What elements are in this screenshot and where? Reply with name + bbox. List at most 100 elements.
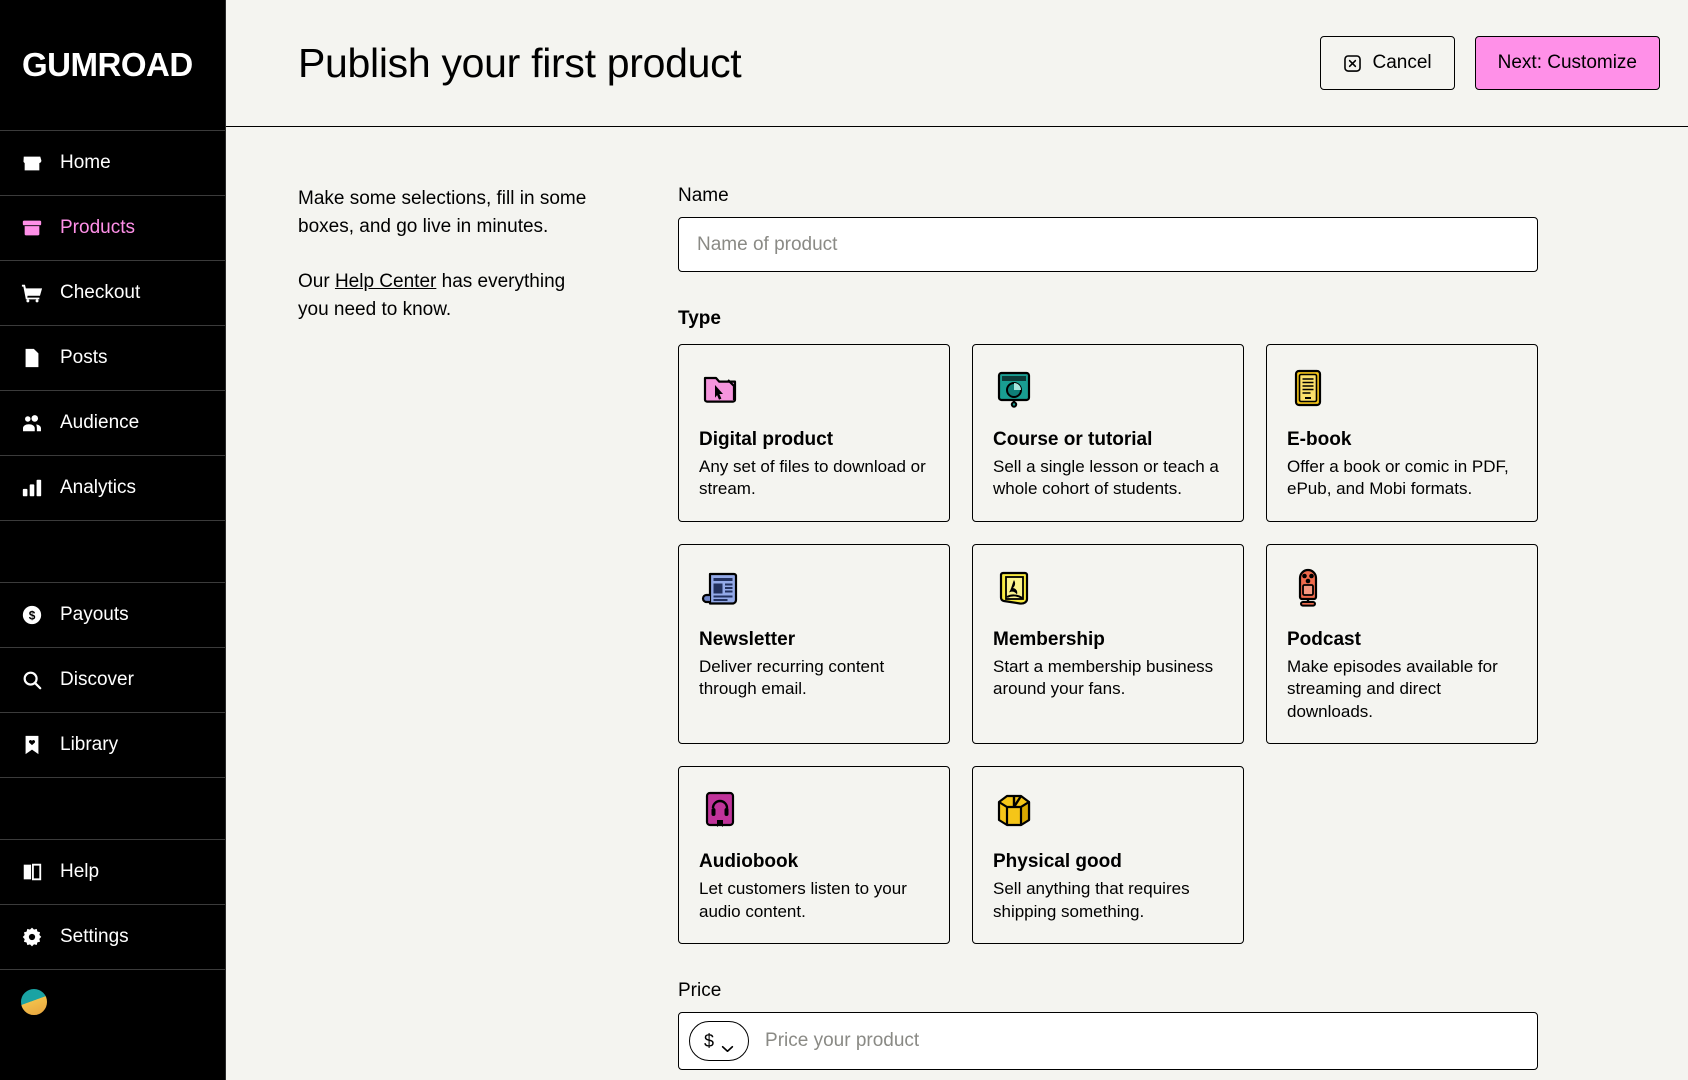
bookmark-heart-icon: [20, 733, 44, 757]
product-name-input[interactable]: [678, 217, 1538, 272]
type-card-desc: Any set of files to download or stream.: [699, 457, 926, 499]
name-field-group: Name: [678, 185, 1538, 272]
name-label: Name: [678, 185, 729, 206]
sidebar-item-discover[interactable]: Discover: [0, 647, 225, 712]
type-card-desc: Sell a single lesson or teach a whole co…: [993, 457, 1219, 499]
sidebar-item-home[interactable]: Home: [0, 130, 225, 195]
main-area: Publish your first product Cancel Next: …: [226, 0, 1688, 1080]
folder-cursor-icon: [699, 367, 741, 409]
sidebar-item-label: Checkout: [60, 282, 141, 303]
type-card-newsletter[interactable]: Newsletter Deliver recurring content thr…: [678, 543, 950, 745]
intro-blurb: Make some selections, fill in some boxes…: [298, 185, 598, 1080]
presentation-chart-icon: [993, 367, 1035, 409]
type-card-course-or-tutorial[interactable]: Course or tutorial Sell a single lesson …: [972, 344, 1244, 522]
audiobook-icon: [699, 789, 741, 831]
membership-icon: [993, 567, 1035, 609]
sidebar-item-audience[interactable]: Audience: [0, 390, 225, 455]
sidebar-item-library[interactable]: Library: [0, 712, 225, 777]
ebook-icon: [1287, 367, 1329, 409]
sidebar-item-posts[interactable]: Posts: [0, 325, 225, 390]
sidebar-item-label: Products: [60, 217, 135, 238]
close-box-icon: [1343, 54, 1362, 73]
sidebar-item-label: Library: [60, 734, 119, 755]
sidebar-item-label: Payouts: [60, 604, 129, 625]
type-card-physical-good[interactable]: Physical good Sell anything that require…: [972, 766, 1244, 945]
header-actions: Cancel Next: Customize: [1320, 36, 1660, 90]
price-label: Price: [678, 980, 722, 1002]
product-form: Name Type Digital product Any set of fil…: [678, 185, 1538, 1080]
sidebar-item-label: Settings: [60, 926, 129, 947]
sidebar-item-help[interactable]: Help: [0, 839, 225, 904]
sidebar-item-label: Posts: [60, 347, 108, 368]
blurb-prefix: Our: [298, 271, 335, 293]
newspaper-icon: [699, 567, 741, 609]
type-card-title: Podcast: [1287, 628, 1361, 650]
sidebar-divider-1: [0, 520, 225, 582]
cancel-button[interactable]: Cancel: [1320, 36, 1455, 90]
bar-chart-icon: [20, 476, 44, 500]
package-box-icon: [993, 789, 1035, 831]
page-header: Publish your first product Cancel Next: …: [226, 0, 1688, 127]
type-card-title: Newsletter: [699, 628, 796, 650]
type-card-desc: Offer a book or comic in PDF, ePub, and …: [1287, 457, 1509, 499]
type-card-podcast[interactable]: Podcast Make episodes available for stre…: [1266, 543, 1538, 745]
sidebar-item-analytics[interactable]: Analytics: [0, 455, 225, 520]
type-card-title: E-book: [1287, 429, 1352, 450]
sidebar-item-label: Analytics: [60, 477, 137, 498]
book-icon: [20, 860, 44, 884]
type-card-title: Course or tutorial: [993, 429, 1153, 450]
currency-symbol: $: [704, 1030, 715, 1051]
search-icon: [20, 668, 44, 692]
currency-select[interactable]: $: [689, 1021, 750, 1062]
avatar: [20, 988, 48, 1016]
people-icon: [20, 411, 44, 435]
sidebar-item-checkout[interactable]: Checkout: [0, 260, 225, 325]
cart-icon: [20, 281, 44, 305]
sidebar-item-label: Discover: [60, 669, 134, 690]
type-card-desc: Sell anything that requires shipping som…: [993, 879, 1190, 921]
document-icon: [20, 346, 44, 370]
type-card-desc: Start a membership business around your …: [993, 656, 1214, 699]
svg-text:$: $: [29, 609, 36, 623]
box-icon: [20, 216, 44, 240]
type-card-title: Membership: [993, 628, 1105, 650]
sidebar-item-products[interactable]: Products: [0, 195, 225, 260]
cancel-button-label: Cancel: [1372, 52, 1432, 73]
type-card-desc: Make episodes available for streaming an…: [1287, 656, 1498, 721]
next-button-label: Next: Customize: [1497, 52, 1637, 73]
help-center-link[interactable]: Help Center: [335, 271, 436, 292]
type-card-desc: Deliver recurring content through email.: [699, 656, 885, 699]
next-customize-button[interactable]: Next: Customize: [1474, 36, 1660, 90]
microphone-icon: [1287, 567, 1329, 609]
store-icon: [20, 151, 44, 175]
type-card-title: Audiobook: [699, 851, 799, 873]
gear-icon: [20, 925, 44, 949]
type-card-digital-product[interactable]: Digital product Any set of files to down…: [678, 344, 950, 522]
chevron-down-icon: [721, 1037, 734, 1053]
type-card-audiobook[interactable]: Audiobook Let customers listen to your a…: [678, 766, 950, 945]
product-type-grid: Digital product Any set of files to down…: [678, 344, 1538, 945]
type-card-title: Physical good: [993, 851, 1122, 873]
price-input[interactable]: [749, 1030, 1529, 1053]
sidebar: GUMROAD Home Products Checkout Posts Aud…: [0, 0, 226, 1080]
sidebar-profile[interactable]: [0, 969, 225, 1034]
blurb-line-2: Our Help Center has everything you need …: [298, 268, 598, 323]
sidebar-item-label: Home: [60, 152, 111, 173]
type-card-title: Digital product: [699, 429, 834, 450]
blurb-line-1: Make some selections, fill in some boxes…: [298, 188, 587, 237]
type-section: Type Digital product Any set of files to…: [678, 308, 1538, 945]
app-root: GUMROAD Home Products Checkout Posts Aud…: [0, 0, 1688, 1080]
type-card-e-book[interactable]: E-book Offer a book or comic in PDF, ePu…: [1266, 344, 1538, 522]
sidebar-divider-2: [0, 777, 225, 839]
type-card-desc: Let customers listen to your audio conte…: [699, 879, 907, 921]
sidebar-item-label: Help: [60, 861, 100, 882]
type-card-membership[interactable]: Membership Start a membership business a…: [972, 543, 1244, 745]
sidebar-item-settings[interactable]: Settings: [0, 904, 225, 969]
page-content: Make some selections, fill in some boxes…: [226, 127, 1688, 1080]
price-input-row: $: [678, 1012, 1538, 1071]
sidebar-item-payouts[interactable]: $ Payouts: [0, 582, 225, 647]
sidebar-item-label: Audience: [60, 412, 140, 433]
type-label: Type: [678, 308, 721, 329]
page-title: Publish your first product: [298, 39, 742, 86]
gumroad-logo[interactable]: GUMROAD: [0, 0, 225, 130]
